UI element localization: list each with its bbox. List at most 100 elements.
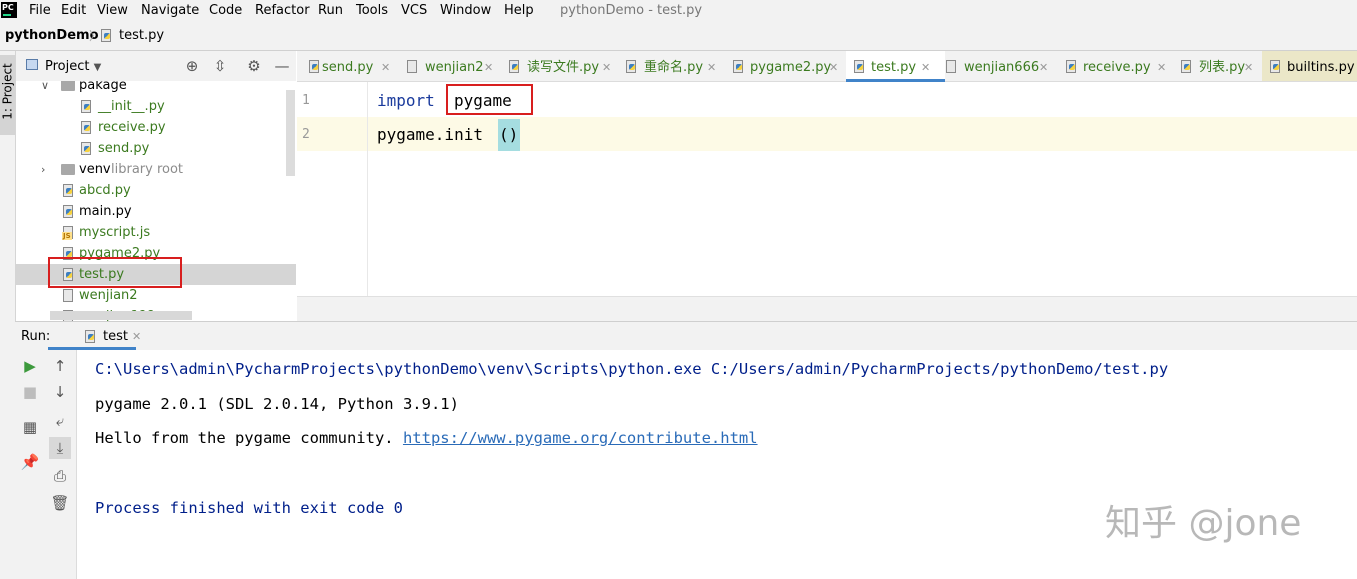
rerun-icon[interactable]: ▶ — [19, 355, 41, 377]
chevron-down-icon: ▼ — [93, 62, 102, 73]
python-file-icon — [101, 29, 111, 42]
menu-run[interactable]: Run — [318, 0, 343, 22]
menu-help[interactable]: Help — [504, 0, 534, 22]
tree-item-send[interactable]: send.py — [16, 138, 296, 159]
tab-receive-py[interactable]: receive.py ✕ — [1058, 51, 1180, 81]
python-file-icon — [733, 60, 743, 73]
tree-item-venv[interactable]: › venv library root — [16, 159, 296, 180]
stop-icon[interactable]: ■ — [19, 381, 41, 403]
folder-icon — [61, 81, 75, 91]
library-root-label: library root — [111, 162, 184, 177]
tree-horizontal-scrollbar[interactable] — [50, 311, 192, 320]
python-file-icon — [854, 60, 864, 73]
menu-view[interactable]: View — [97, 0, 128, 22]
menu-navigate[interactable]: Navigate — [141, 0, 199, 22]
python-file-icon — [81, 121, 91, 134]
tab-list-py[interactable]: 列表.py ✕ — [1174, 51, 1268, 81]
breadcrumb-file[interactable]: test.py — [119, 22, 164, 50]
zhihu-watermark: 知乎 @jone — [1105, 503, 1302, 544]
collapse-all-icon[interactable]: ⇳ — [211, 57, 229, 75]
folder-icon — [61, 164, 75, 175]
tree-item-abcd[interactable]: abcd.py — [16, 180, 296, 201]
trash-icon[interactable]: 🗑 — [49, 492, 71, 514]
locate-icon[interactable]: ⊕ — [183, 57, 201, 75]
tab-label: test.py — [871, 60, 917, 75]
pin-icon[interactable]: 📌 — [19, 451, 41, 473]
run-toolbar: ▶ ↑ ■ ↓ ⤶ ▦ ⤓ 📌 ⎙ 🗑 — [15, 350, 77, 579]
tree-item-myscript[interactable]: myscript.js — [16, 222, 296, 243]
project-view-selector[interactable]: Project ▼ — [45, 51, 101, 84]
console-text: Hello from the pygame community. — [95, 429, 403, 447]
tab-label: receive.py — [1083, 60, 1151, 75]
chevron-right-icon: › — [41, 163, 46, 176]
editor-gutter: 1 — [297, 82, 368, 296]
gear-icon[interactable]: ⚙ — [245, 57, 263, 75]
close-icon[interactable]: ✕ — [602, 51, 611, 84]
code-keyword-import: import — [377, 91, 435, 110]
tree-item-label: wenjian2 — [79, 288, 138, 303]
menu-file[interactable]: File — [29, 0, 51, 22]
tree-item-label: abcd.py — [79, 183, 131, 198]
code-parens: () — [499, 125, 519, 144]
console-line: C:\Users\admin\PycharmProjects\pythonDem… — [95, 360, 1169, 378]
tab-send-py[interactable]: send.py ✕ — [297, 51, 406, 81]
menu-edit[interactable]: Edit — [61, 0, 86, 22]
down-arrow-icon[interactable]: ↓ — [49, 381, 71, 403]
run-tab-test[interactable]: test ✕ — [63, 322, 151, 350]
close-icon[interactable]: ✕ — [381, 51, 390, 84]
editor-tab-bar: send.py ✕ wenjian2 ✕ 读写文件.py ✕ 重命名.py ✕ … — [297, 51, 1357, 82]
python-file-icon — [63, 205, 73, 218]
close-icon[interactable]: ✕ — [921, 51, 930, 84]
hide-panel-icon[interactable]: — — [273, 57, 291, 75]
menu-refactor[interactable]: Refactor — [255, 0, 310, 22]
breadcrumb-project[interactable]: pythonDemo — [5, 22, 99, 50]
test-file-highlight-box — [48, 257, 182, 288]
tree-item-label: pakage — [79, 81, 127, 93]
menu-vcs[interactable]: VCS — [401, 0, 427, 22]
current-line-gutter: 2 — [297, 117, 367, 151]
tree-item-wenjian2[interactable]: wenjian2 — [16, 285, 296, 306]
line-number: 1 — [302, 93, 310, 108]
close-icon[interactable]: ✕ — [829, 51, 838, 84]
menu-tools[interactable]: Tools — [356, 0, 388, 22]
text-file-icon — [63, 289, 73, 302]
soft-wrap-icon[interactable]: ⤶ — [49, 410, 71, 432]
menu-window[interactable]: Window — [440, 0, 491, 22]
menu-bar: PC File Edit View Navigate Code Refactor… — [0, 0, 1357, 22]
tree-item-label: receive.py — [98, 120, 166, 135]
tab-label: 列表.py — [1199, 60, 1246, 75]
tab-pygame2-py[interactable]: pygame2.py ✕ — [725, 51, 852, 81]
tab-read-write-file[interactable]: 读写文件.py ✕ — [502, 51, 625, 81]
pygame-contribute-link[interactable]: https://www.pygame.org/contribute.html — [403, 429, 758, 447]
close-icon[interactable]: ✕ — [1157, 51, 1166, 84]
tree-item-pakage[interactable]: ∨ pakage — [16, 81, 296, 96]
close-icon[interactable]: ✕ — [484, 51, 493, 84]
python-file-icon — [1181, 60, 1191, 73]
tab-builtins-py[interactable]: builtins.py — [1262, 51, 1357, 81]
layout-icon[interactable]: ▦ — [19, 416, 41, 438]
code-call: pygame.init — [377, 125, 483, 144]
window-title: pythonDemo - test.py — [560, 3, 703, 18]
close-icon[interactable]: ✕ — [707, 51, 716, 84]
close-icon[interactable]: ✕ — [1039, 51, 1048, 84]
text-file-icon — [946, 60, 956, 73]
tab-wenjian2[interactable]: wenjian2 ✕ — [400, 51, 508, 81]
tree-vertical-scrollbar[interactable] — [286, 90, 295, 176]
tree-item-main[interactable]: main.py — [16, 201, 296, 222]
tab-label: 读写文件.py — [527, 60, 600, 75]
tab-wenjian666[interactable]: wenjian666 ✕ — [939, 51, 1064, 81]
tree-item-init[interactable]: __init__.py — [16, 96, 296, 117]
tree-item-receive[interactable]: receive.py — [16, 117, 296, 138]
menu-code[interactable]: Code — [209, 0, 242, 22]
python-file-icon — [1270, 60, 1280, 73]
tab-test-py[interactable]: test.py ✕ — [846, 51, 945, 84]
project-tool-window-label[interactable]: 1: Project — [1, 52, 16, 132]
python-file-icon — [81, 142, 91, 155]
print-icon[interactable]: ⎙ — [49, 465, 71, 487]
tab-rename[interactable]: 重命名.py ✕ — [619, 51, 731, 81]
editor-footer — [297, 296, 1357, 322]
javascript-file-icon — [62, 226, 73, 240]
close-icon[interactable]: ✕ — [1244, 51, 1253, 84]
scroll-to-end-icon[interactable]: ⤓ — [49, 437, 71, 459]
up-arrow-icon[interactable]: ↑ — [49, 355, 71, 377]
